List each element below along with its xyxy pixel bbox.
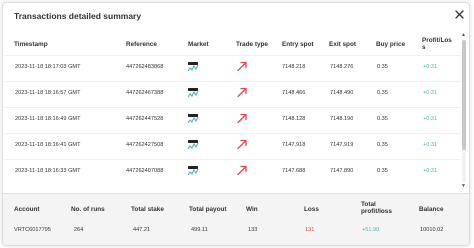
table-row[interactable]: 2023-11-18 18:16:41 GMT 447262427508 7147.… bbox=[5, 133, 461, 159]
cell-entry-spot: 7148.128 bbox=[282, 116, 306, 122]
cell-timestamp: 2023-11-18 18:17:03 GMT bbox=[15, 64, 81, 70]
volatility-index-icon bbox=[187, 138, 199, 150]
cell-timestamp: 2023-11-18 18:16:33 GMT bbox=[15, 168, 81, 174]
summary-header-payout: Total payout bbox=[189, 206, 227, 213]
cell-timestamp: 2023-11-18 18:16:57 GMT bbox=[15, 90, 81, 96]
cell-timestamp: 2023-11-18 18:16:41 GMT bbox=[15, 142, 81, 148]
cell-exit-spot: 7147.890 bbox=[330, 168, 354, 174]
summary-header-profit-line1: Total bbox=[361, 201, 376, 208]
cell-reference: 447262483868 bbox=[126, 64, 164, 70]
cell-exit-spot: 7148.490 bbox=[330, 90, 354, 96]
cell-profit: +0.31 bbox=[423, 142, 438, 148]
cell-exit-spot: 7148.190 bbox=[330, 116, 354, 122]
summary-stake: 447.21 bbox=[133, 227, 151, 233]
summary-header-stake: Total stake bbox=[131, 206, 164, 213]
summary-runs: 264 bbox=[74, 227, 84, 233]
summary-panel: Account No. of runs Total stake Total pa… bbox=[3, 193, 469, 245]
header-timestamp: Timestamp bbox=[14, 41, 48, 48]
cell-buy-price: 0.35 bbox=[377, 64, 388, 70]
rise-arrow-icon bbox=[236, 163, 248, 176]
summary-balance: 10010.02 bbox=[420, 227, 444, 233]
cell-profit: +0.31 bbox=[423, 116, 438, 122]
cell-buy-price: 0.35 bbox=[377, 90, 388, 96]
summary-header-win: Win bbox=[246, 206, 258, 213]
table-row[interactable]: 2023-11-18 18:16:49 GMT 447262447528 7148.… bbox=[5, 107, 461, 133]
modal-header: Transactions detailed summary bbox=[3, 3, 469, 29]
summary-header-profit-line2: profit/loss bbox=[361, 208, 392, 215]
cell-entry-spot: 7147.918 bbox=[282, 142, 306, 148]
summary-header-balance: Balance bbox=[419, 206, 444, 213]
summary-header-runs: No. of runs bbox=[71, 206, 105, 213]
header-trade-type: Trade type bbox=[236, 41, 268, 48]
header-profit-loss: Profit/Los s bbox=[422, 37, 452, 51]
cell-reference: 447262407088 bbox=[126, 168, 164, 174]
volatility-index-icon bbox=[187, 164, 199, 176]
cell-buy-price: 0.35 bbox=[377, 116, 388, 122]
rise-arrow-icon bbox=[236, 111, 248, 124]
header-market: Market bbox=[188, 41, 209, 48]
header-profit-loss-line1: Profit/Los bbox=[422, 37, 452, 44]
cell-profit: +0.31 bbox=[423, 90, 438, 96]
volatility-index-icon bbox=[187, 60, 199, 72]
volatility-index-icon bbox=[187, 112, 199, 124]
rise-arrow-icon bbox=[236, 85, 248, 98]
cell-exit-spot: 7148.276 bbox=[330, 64, 354, 70]
cell-entry-spot: 7147.688 bbox=[282, 168, 306, 174]
summary-payout: 499.11 bbox=[191, 227, 208, 233]
transactions-summary-modal: Transactions detailed summary Timestamp … bbox=[2, 2, 470, 246]
summary-account: VRTC6017795 bbox=[14, 227, 51, 233]
scroll-down-icon[interactable]: ▼ bbox=[461, 184, 466, 189]
cell-profit: +0.31 bbox=[423, 168, 438, 174]
cell-buy-price: 0.35 bbox=[377, 142, 388, 148]
table-row[interactable]: 2023-11-18 18:16:33 GMT 447262407088 7147.… bbox=[5, 159, 461, 185]
cell-entry-spot: 7148.466 bbox=[282, 90, 306, 96]
cell-exit-spot: 7147.919 bbox=[330, 142, 354, 148]
header-exit-spot: Exit spot bbox=[329, 41, 356, 48]
summary-header-loss: Loss bbox=[304, 206, 319, 213]
volatility-index-icon bbox=[187, 86, 199, 98]
rise-arrow-icon bbox=[236, 59, 248, 72]
table-scrollbar[interactable]: ▲ ▼ bbox=[461, 33, 467, 191]
summary-profit: +51.90 bbox=[362, 227, 380, 233]
cell-buy-price: 0.35 bbox=[377, 168, 388, 174]
cell-profit: +0.31 bbox=[423, 64, 438, 70]
table-row[interactable]: 2023-11-18 18:16:57 GMT 447262467388 7148.… bbox=[5, 81, 461, 107]
summary-header-account: Account bbox=[14, 206, 40, 213]
table-header: Timestamp Reference Market Trade type En… bbox=[5, 33, 461, 55]
summary-win: 133 bbox=[248, 227, 258, 233]
rise-arrow-icon bbox=[236, 137, 248, 150]
transactions-table[interactable]: Timestamp Reference Market Trade type En… bbox=[5, 33, 467, 191]
close-icon[interactable] bbox=[454, 9, 465, 20]
header-entry-spot: Entry spot bbox=[282, 41, 314, 48]
cell-reference: 447262427508 bbox=[126, 142, 164, 148]
modal-title: Transactions detailed summary bbox=[14, 11, 142, 21]
header-reference: Reference bbox=[126, 41, 157, 48]
cell-reference: 447262447528 bbox=[126, 116, 164, 122]
header-buy-price: Buy price bbox=[376, 41, 406, 48]
header-profit-loss-line2: s bbox=[422, 44, 426, 51]
cell-entry-spot: 7148.218 bbox=[282, 64, 306, 70]
cell-timestamp: 2023-11-18 18:16:49 GMT bbox=[15, 116, 81, 122]
cell-reference: 447262467388 bbox=[126, 90, 164, 96]
summary-header-profit: Total profit/loss bbox=[361, 201, 392, 215]
scroll-up-icon[interactable]: ▲ bbox=[461, 33, 466, 38]
summary-loss: 131 bbox=[305, 227, 315, 233]
table-row[interactable]: 2023-11-18 18:17:03 GMT 447262483868 7148.… bbox=[5, 55, 461, 81]
scroll-thumb[interactable] bbox=[462, 40, 466, 150]
